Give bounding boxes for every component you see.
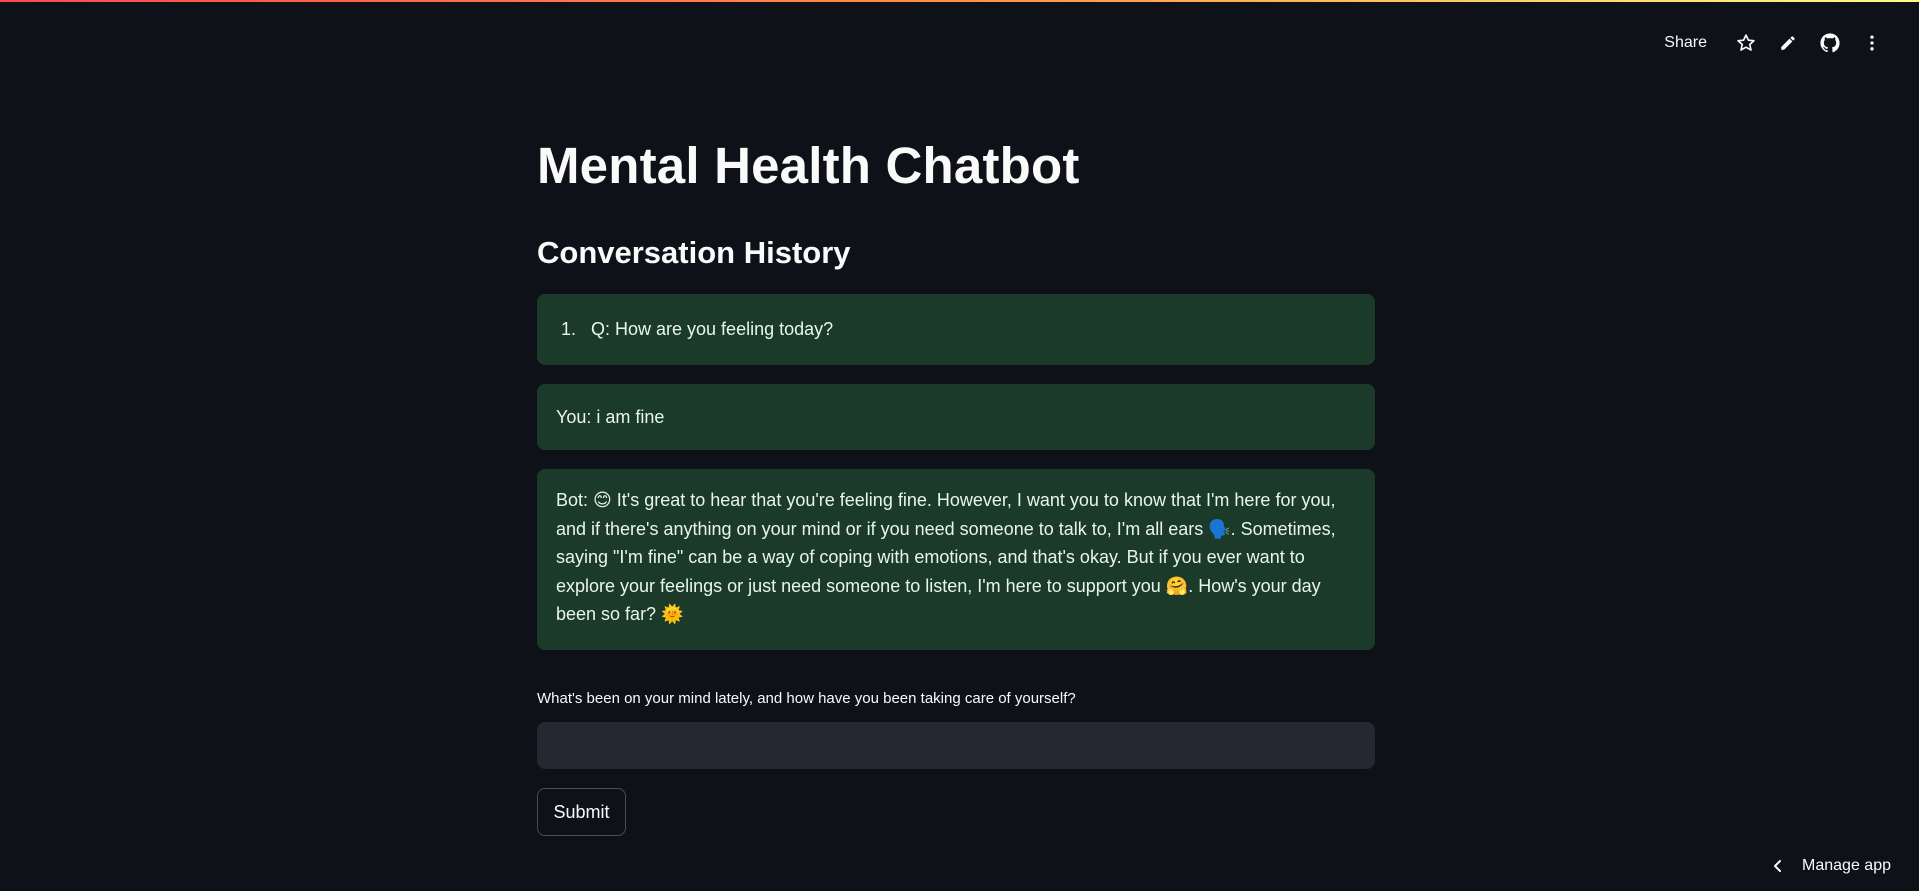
- conversation-history-heading: Conversation History: [537, 235, 851, 270]
- top-decoration-bar: [0, 0, 1919, 2]
- question-text: Q: How are you feeling today?: [591, 319, 834, 339]
- manage-app-button[interactable]: Manage app: [1772, 857, 1891, 875]
- share-button[interactable]: Share: [1664, 34, 1707, 52]
- bot-message-text: Bot: 😊 It's great to hear that you're fe…: [556, 490, 1336, 625]
- chevron-left-icon: [1772, 859, 1784, 873]
- more-vertical-icon[interactable]: [1851, 28, 1893, 58]
- question-number: 1.: [561, 319, 577, 339]
- response-input[interactable]: [537, 722, 1375, 769]
- input-label: What's been on your mind lately, and how…: [537, 690, 1076, 707]
- page-title: Mental Health Chatbot: [537, 137, 1080, 194]
- question-list-item: 1. Q: How are you feeling today?: [561, 315, 833, 344]
- manage-app-label: Manage app: [1802, 857, 1891, 874]
- app-toolbar: Share: [1664, 28, 1893, 58]
- user-message: You: i am fine: [537, 384, 1375, 450]
- bot-message: Bot: 😊 It's great to hear that you're fe…: [537, 469, 1375, 650]
- star-icon[interactable]: [1725, 28, 1767, 58]
- github-icon[interactable]: [1809, 28, 1851, 58]
- question-message: 1. Q: How are you feeling today?: [537, 294, 1375, 365]
- user-message-text: You: i am fine: [556, 407, 665, 427]
- submit-button[interactable]: Submit: [537, 788, 626, 836]
- pencil-icon[interactable]: [1767, 28, 1809, 58]
